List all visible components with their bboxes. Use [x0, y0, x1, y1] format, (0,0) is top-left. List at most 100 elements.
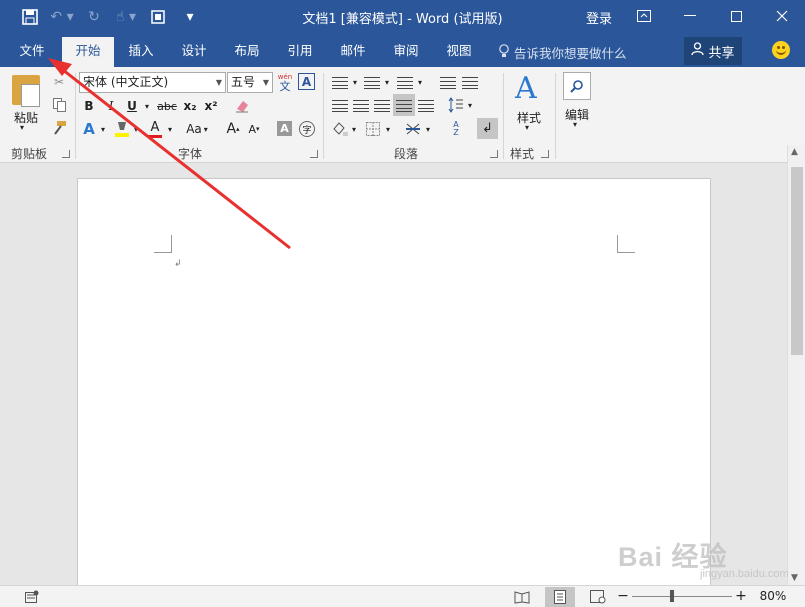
tab-layout[interactable]: 布局 — [224, 34, 270, 67]
scroll-up-icon[interactable]: ▲ — [791, 147, 798, 157]
highlight-color-icon[interactable] — [113, 119, 131, 139]
tell-me-box[interactable]: 告诉我你想要做什么 — [498, 43, 627, 62]
font-color-dropdown-icon[interactable]: ▾ — [165, 119, 175, 139]
phonetic-guide-button[interactable]: wén 文 — [276, 71, 294, 93]
tab-review[interactable]: 审阅 — [383, 34, 429, 67]
borders-dropdown-icon[interactable]: ▾ — [383, 119, 393, 139]
numbering-icon[interactable] — [364, 76, 380, 89]
login-link[interactable]: 登录 — [586, 8, 612, 27]
tab-references[interactable]: 引用 — [277, 34, 323, 67]
scrollbar-thumb[interactable] — [791, 167, 803, 355]
margin-corner-top-left — [154, 235, 172, 253]
paste-icon[interactable] — [12, 75, 40, 107]
enclose-characters-icon[interactable]: A — [298, 73, 315, 90]
italic-button[interactable]: I — [103, 96, 119, 116]
close-icon[interactable] — [759, 0, 805, 32]
share-label: 共享 — [708, 45, 735, 61]
zoom-in-button[interactable]: + — [735, 587, 747, 605]
copy-icon[interactable] — [50, 96, 68, 114]
share-button[interactable]: 共享 — [684, 37, 742, 65]
distributed-icon[interactable] — [418, 99, 434, 112]
bullets-dropdown-icon[interactable]: ▾ — [350, 73, 360, 91]
tab-home[interactable]: 开始 — [62, 37, 114, 67]
styles-icon[interactable]: A — [515, 71, 537, 106]
web-layout-icon[interactable] — [589, 588, 607, 606]
shading-dropdown-icon[interactable]: ▾ — [349, 119, 359, 139]
chinese-layout-icon[interactable] — [404, 119, 422, 139]
change-case-button[interactable]: Aa ▾ — [180, 119, 214, 139]
scroll-down-icon[interactable]: ▼ — [791, 573, 798, 583]
numbering-dropdown-icon[interactable]: ▾ — [382, 73, 392, 91]
clear-formatting-icon[interactable] — [232, 96, 252, 116]
align-center-icon[interactable] — [353, 99, 369, 112]
align-left-icon[interactable] — [332, 99, 348, 112]
zoom-out-button[interactable]: − — [617, 587, 629, 605]
paste-dropdown-icon[interactable]: ▾ — [20, 123, 24, 132]
document-area: ↲ — [0, 163, 787, 588]
clipboard-group-label: 剪贴板 — [11, 147, 48, 161]
enclosed-character-icon[interactable]: 字 — [299, 121, 315, 137]
paste-label[interactable]: 粘贴 — [14, 109, 38, 126]
styles-dropdown-icon[interactable]: ▾ — [525, 123, 529, 132]
line-spacing-dropdown-icon[interactable]: ▾ — [465, 95, 475, 115]
maximize-icon[interactable] — [713, 0, 759, 32]
underline-button[interactable]: U — [124, 96, 140, 116]
tab-design[interactable]: 设计 — [171, 34, 217, 67]
ribbon: 粘贴 ▾ ✂ 剪贴板 宋体 (中文正文) ▼ 五号 ▼ wén 文 A B I … — [0, 67, 805, 163]
tab-mailings[interactable]: 邮件 — [330, 34, 376, 67]
character-shading-icon[interactable]: A — [277, 121, 292, 136]
font-color-icon[interactable]: A — [146, 119, 164, 139]
font-group-label: 字体 — [178, 147, 203, 161]
align-right-icon[interactable] — [374, 99, 390, 112]
editing-dropdown-icon[interactable]: ▾ — [573, 120, 577, 129]
shading-icon[interactable] — [330, 119, 350, 139]
multilevel-list-icon[interactable] — [397, 76, 413, 89]
text-effects-dropdown-icon[interactable]: ▾ — [98, 119, 108, 139]
bold-button[interactable]: B — [81, 96, 97, 116]
shrink-font-button[interactable]: A ▾ — [246, 119, 262, 139]
underline-dropdown-icon[interactable]: ▾ — [142, 96, 152, 116]
cut-icon[interactable]: ✂ — [50, 73, 68, 91]
multilevel-dropdown-icon[interactable]: ▾ — [415, 73, 425, 91]
grow-font-button[interactable]: A ▴ — [225, 119, 241, 139]
zoom-level[interactable]: 80% — [756, 587, 790, 605]
justify-icon — [396, 99, 412, 112]
decrease-indent-icon[interactable] — [440, 76, 456, 89]
strikethrough-button[interactable]: abc — [156, 96, 178, 116]
tab-file[interactable]: 文件 — [10, 34, 54, 67]
font-size-select[interactable]: 五号 ▼ — [227, 72, 273, 93]
tab-view[interactable]: 视图 — [436, 34, 482, 67]
smiley-feedback-icon[interactable] — [772, 41, 790, 59]
zoom-slider-thumb[interactable] — [670, 590, 674, 602]
paragraph-launcher-icon[interactable] — [490, 150, 498, 158]
zoom-slider-track[interactable] — [632, 596, 732, 597]
borders-icon[interactable] — [364, 119, 382, 139]
person-icon — [691, 42, 705, 60]
document-page[interactable]: ↲ — [77, 178, 711, 588]
chinese-layout-dropdown-icon[interactable]: ▾ — [423, 119, 433, 139]
sort-icon[interactable]: AZ — [448, 119, 464, 139]
print-layout-icon[interactable] — [545, 587, 575, 607]
superscript-button[interactable]: x² — [202, 96, 220, 116]
clipboard-launcher-icon[interactable] — [62, 150, 70, 158]
vertical-scrollbar[interactable]: ▲ ▼ — [787, 145, 805, 585]
subscript-button[interactable]: x₂ — [181, 96, 199, 116]
tab-insert[interactable]: 插入 — [118, 34, 164, 67]
line-spacing-icon[interactable] — [448, 95, 464, 115]
highlight-dropdown-icon[interactable]: ▾ — [131, 119, 141, 139]
format-painter-icon[interactable] — [50, 119, 68, 137]
group-separator — [503, 73, 504, 159]
find-icon[interactable] — [563, 72, 591, 100]
ribbon-display-options-icon[interactable] — [621, 0, 667, 32]
font-name-select[interactable]: 宋体 (中文正文) ▼ — [79, 72, 226, 93]
text-effects-icon[interactable]: A — [80, 119, 98, 139]
macro-record-icon[interactable] — [24, 589, 40, 605]
read-mode-icon[interactable] — [513, 588, 531, 606]
minimize-icon[interactable] — [667, 0, 713, 32]
bullets-icon[interactable] — [332, 76, 348, 89]
styles-launcher-icon[interactable] — [541, 150, 549, 158]
show-marks-button[interactable]: ↲ — [477, 118, 498, 139]
increase-indent-icon[interactable] — [462, 76, 478, 89]
font-launcher-icon[interactable] — [310, 150, 318, 158]
change-case-label: Aa — [186, 122, 202, 136]
